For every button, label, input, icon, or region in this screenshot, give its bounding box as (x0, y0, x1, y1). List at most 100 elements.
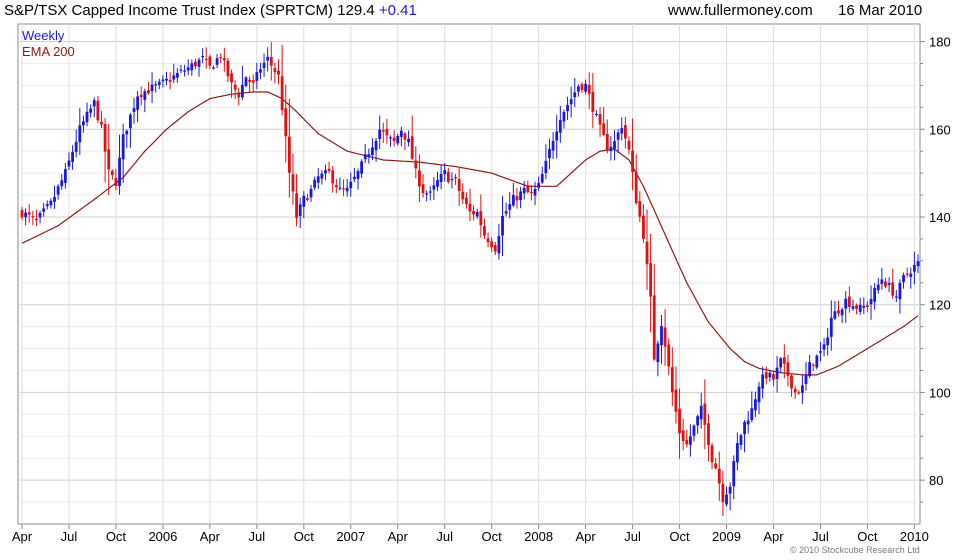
y-tick-label: 180 (929, 35, 951, 50)
candle-body (483, 226, 486, 236)
candle-body (439, 173, 443, 183)
x-tick-label: Apr (575, 529, 596, 544)
candle-body (237, 92, 241, 98)
candle-body (779, 358, 783, 368)
candle-body (208, 56, 212, 66)
candle-body (750, 408, 754, 421)
candle-body (399, 130, 403, 137)
candle-body (905, 273, 909, 275)
candle-body (60, 180, 64, 187)
legend-ema-200: EMA 200 (22, 44, 75, 59)
candle-body (479, 211, 483, 226)
candle-body (240, 84, 244, 98)
candle-body (645, 241, 649, 265)
candle-body (822, 344, 826, 350)
candle-body (833, 311, 837, 319)
candle-body (667, 344, 671, 367)
x-tick-label: Apr (388, 529, 409, 544)
candle-body (620, 128, 624, 134)
candle-body (313, 179, 317, 188)
candle-body (67, 160, 71, 167)
copyright-text: © 2010 Stockcube Research Ltd (790, 545, 920, 555)
candle-body (136, 96, 140, 110)
candle-body (190, 63, 194, 71)
candle-body (540, 174, 544, 183)
candle-body (230, 73, 233, 83)
candle-body (255, 72, 259, 81)
candle-body (324, 170, 327, 174)
candle-body (128, 114, 132, 129)
candle-body (721, 483, 725, 503)
candle-body (829, 317, 833, 337)
candle-body (96, 100, 100, 121)
candle-body (573, 92, 577, 98)
candle-body (504, 211, 508, 214)
candle-body (266, 56, 270, 61)
candle-body (743, 421, 746, 435)
candle-body (454, 177, 457, 179)
candle-body (121, 134, 125, 160)
candle-body (432, 185, 436, 190)
candle-body (154, 84, 158, 86)
candle-body (349, 181, 353, 189)
candle-body (421, 184, 425, 194)
candle-body (800, 385, 804, 393)
candle-body (147, 90, 150, 94)
candle-body (107, 149, 111, 170)
candle-body (808, 362, 812, 377)
candle-body (363, 154, 367, 160)
candle-body (551, 140, 555, 151)
candle-body (699, 405, 703, 420)
candle-body (215, 58, 219, 65)
candle-body (631, 150, 634, 173)
candle-body (909, 273, 913, 277)
candle-body (793, 389, 797, 393)
candle-body (623, 125, 627, 139)
candle-body (425, 193, 429, 195)
candle-body (251, 80, 255, 83)
candle-body (884, 281, 887, 287)
candle-body (356, 171, 360, 179)
candle-body (847, 296, 851, 307)
candle-body (306, 198, 309, 200)
candle-body (916, 261, 920, 267)
candle-body (464, 197, 468, 205)
candle-body (175, 73, 179, 78)
candle-body (302, 195, 306, 207)
candle-body (183, 70, 186, 72)
candle-body (287, 136, 291, 173)
candle-body (320, 173, 324, 179)
candle-body (754, 399, 757, 411)
candle-body (114, 178, 118, 186)
candle-body (407, 138, 410, 143)
candle-body (197, 59, 201, 67)
candle-body (273, 68, 277, 73)
candle-body (186, 67, 190, 71)
candle-body (371, 147, 374, 156)
x-tick-label: 2009 (712, 529, 741, 544)
candle-body (374, 140, 378, 151)
candle-body (768, 372, 772, 378)
y-tick-label: 120 (929, 298, 951, 313)
candle-body (446, 171, 450, 182)
candle-body (378, 129, 382, 139)
candle-body (815, 355, 819, 368)
candle-body (862, 305, 866, 308)
candle-body (591, 91, 595, 113)
candle-body (811, 364, 815, 366)
candle-body (414, 160, 418, 169)
candle-body (522, 187, 526, 194)
candle-body (725, 494, 728, 505)
candle-body (782, 357, 786, 364)
candle-body (360, 161, 364, 174)
candle-body (566, 105, 569, 112)
y-tick-label: 140 (929, 210, 951, 225)
y-tick-label: 160 (929, 122, 951, 137)
candle-body (869, 298, 873, 305)
candle-body (616, 132, 620, 140)
candle-body (898, 282, 902, 300)
candle-body (562, 112, 566, 122)
x-tick-label: Oct (106, 529, 127, 544)
candle-body (212, 67, 215, 69)
candle-body (710, 445, 714, 463)
